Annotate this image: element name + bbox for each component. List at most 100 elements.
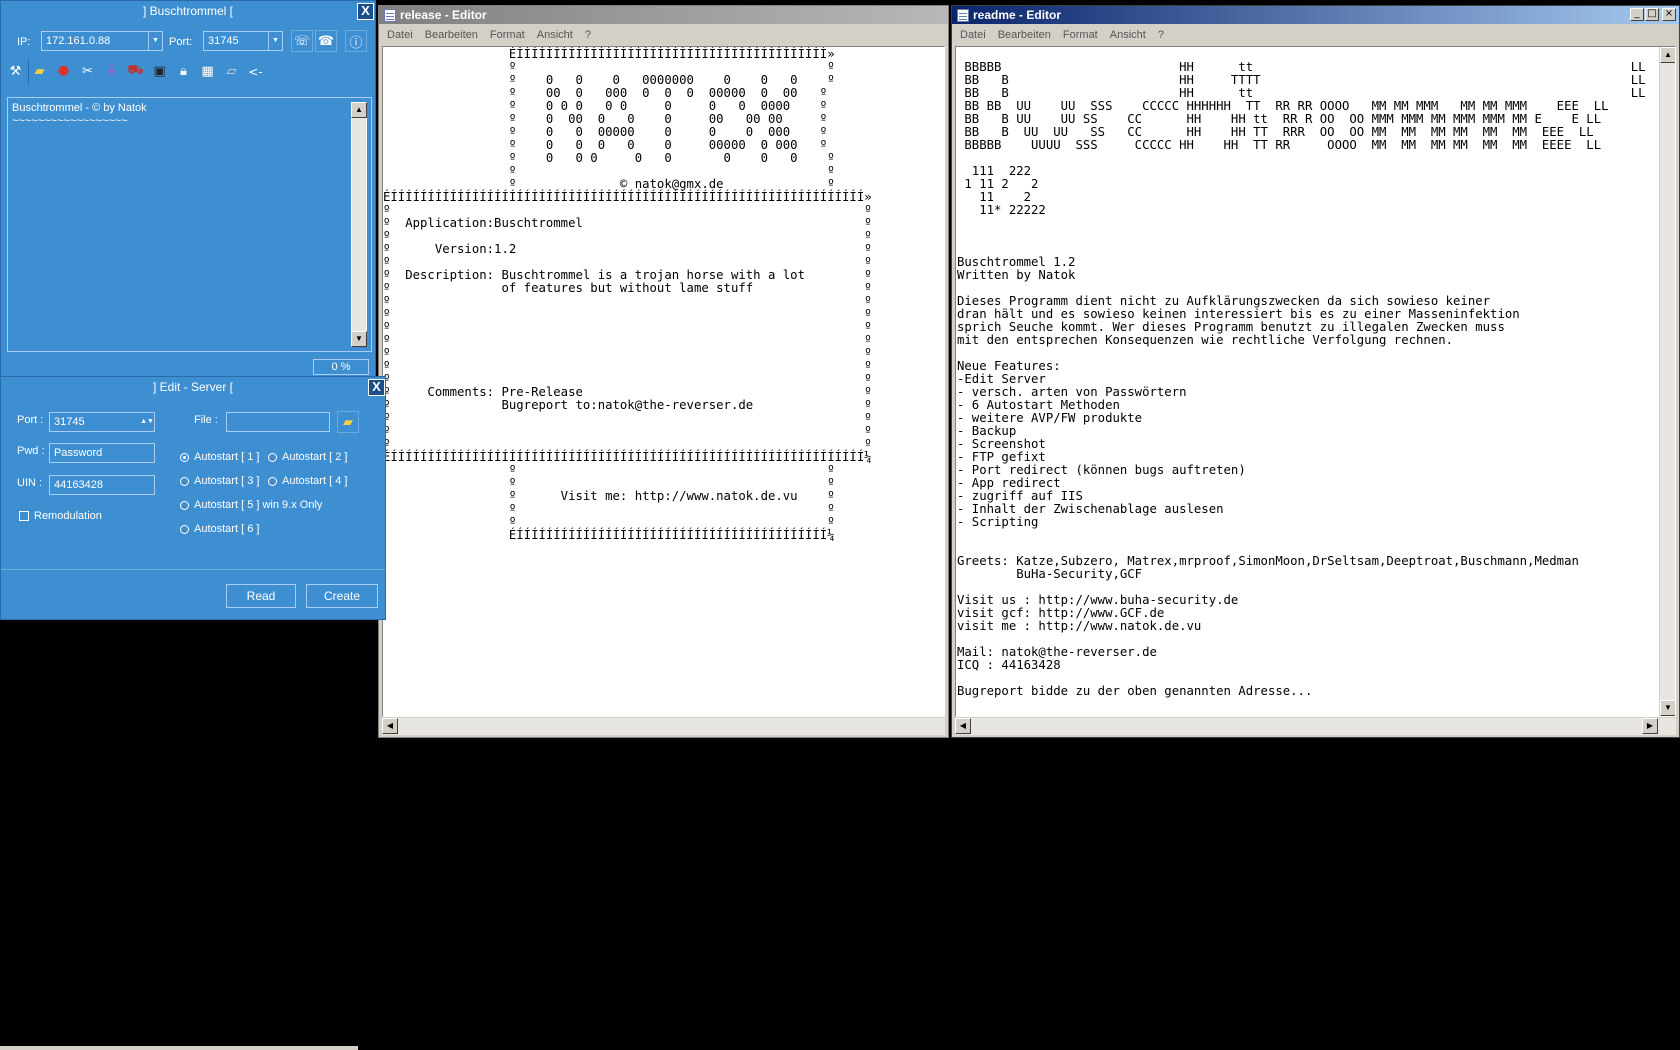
autostart-4-radio[interactable]: Autostart [ 4 ]: [268, 475, 347, 487]
menu-help[interactable]: ?: [579, 29, 597, 41]
status-bar: 0 %: [7, 359, 369, 377]
taskbar-edge: [0, 1046, 358, 1050]
folder-icon: ▰: [34, 64, 45, 79]
file-manager-tool-button[interactable]: ▰: [29, 61, 50, 82]
menu-bearbeiten[interactable]: Bearbeiten: [992, 29, 1057, 41]
log-panel[interactable]: Buschtrommel - © by Natok ~~~~~~~~~~~~~~…: [7, 97, 372, 352]
radio-icon[interactable]: [180, 476, 189, 486]
port-value: 31745: [208, 35, 239, 47]
menu-bearbeiten[interactable]: Bearbeiten: [419, 29, 484, 41]
horizontal-scrollbar[interactable]: ◀ ▶: [955, 718, 1676, 735]
progress-indicator: 0 %: [313, 359, 369, 375]
radio-icon[interactable]: [268, 452, 277, 462]
disconnect-icon: ☎: [317, 33, 335, 49]
close-button[interactable]: X: [357, 3, 374, 20]
autostart-1-radio[interactable]: Autostart [ 1 ]: [180, 451, 259, 463]
log-line: Buschtrommel - © by Natok: [12, 102, 147, 114]
folder-icon: ▰: [343, 414, 353, 430]
notepad-icon: [957, 8, 969, 22]
close-icon[interactable]: ×: [1662, 8, 1676, 21]
release-editor-window[interactable]: release - Editor Datei Bearbeiten Format…: [378, 5, 949, 738]
browse-file-button[interactable]: ▰: [337, 411, 359, 433]
menu-format[interactable]: Format: [1057, 29, 1104, 41]
edit-server-tool-button[interactable]: ⚒: [5, 61, 26, 82]
scroll-left-icon[interactable]: ◀: [955, 718, 971, 734]
autostart-2-radio[interactable]: Autostart [ 2 ]: [268, 451, 347, 463]
tools-icon: ✂: [82, 64, 93, 79]
tools-tool-button[interactable]: ✂: [77, 61, 98, 82]
scroll-up-icon[interactable]: ▲: [1660, 47, 1675, 63]
picture-icon: ▦: [201, 64, 214, 79]
remodulation-label: Remodulation: [34, 510, 102, 522]
read-button[interactable]: Read: [226, 584, 296, 608]
create-button[interactable]: Create: [306, 584, 378, 608]
radio-icon[interactable]: [268, 476, 277, 486]
menu-ansicht[interactable]: Ansicht: [531, 29, 579, 41]
connect-button[interactable]: ☏: [291, 30, 313, 52]
radio-selected-icon[interactable]: [180, 452, 189, 462]
readme-text-area[interactable]: BBBBB HH tt LL BB B HH TTTT LL BB B HH t…: [955, 46, 1676, 717]
autostart-5-radio[interactable]: Autostart [ 5 ] win 9.x Only: [180, 499, 322, 511]
disconnect-button[interactable]: ☎: [315, 30, 337, 52]
radio-icon[interactable]: [180, 524, 189, 534]
eraser-tool-button[interactable]: ▱: [221, 61, 242, 82]
log-scrollbar[interactable]: ▲ ▼: [351, 102, 367, 347]
ip-label: IP:: [17, 36, 31, 48]
scroll-up-icon[interactable]: ▲: [351, 102, 367, 118]
image-tool-button[interactable]: ▦: [197, 61, 218, 82]
menu-datei[interactable]: Datei: [954, 29, 992, 41]
horizontal-scrollbar[interactable]: ◀: [382, 718, 945, 735]
log-line: ~~~~~~~~~~~~~~~~~~: [12, 115, 128, 127]
buschtrommel-client-window[interactable]: ] Buschtrommel [ X IP: 172.161.0.88 ▼ Po…: [0, 0, 376, 384]
chevron-down-icon[interactable]: ▼: [268, 32, 282, 50]
readme-editor-titlebar[interactable]: readme - Editor _ □ ×: [952, 6, 1679, 24]
remodulation-checkbox[interactable]: Remodulation: [19, 510, 102, 522]
uin-input[interactable]: 44163428: [49, 475, 155, 495]
scroll-left-icon[interactable]: ◀: [382, 718, 398, 734]
car-tool-button[interactable]: ⛟: [125, 61, 146, 82]
release-editor-titlebar[interactable]: release - Editor: [379, 6, 948, 24]
close-button[interactable]: X: [368, 379, 385, 396]
menu-help[interactable]: ?: [1152, 29, 1170, 41]
car-icon: ⛟: [127, 63, 144, 78]
menu-ansicht[interactable]: Ansicht: [1104, 29, 1152, 41]
edit-server-titlebar[interactable]: ] Edit - Server [: [1, 377, 385, 397]
minimize-icon[interactable]: _: [1630, 8, 1644, 21]
menu-datei[interactable]: Datei: [381, 29, 419, 41]
lock-icon: 🔒︎: [180, 64, 187, 79]
password-input[interactable]: Password: [49, 443, 155, 463]
scroll-down-icon[interactable]: ▼: [351, 331, 367, 347]
menu-format[interactable]: Format: [484, 29, 531, 41]
port-input[interactable]: 31745 ▲▼: [49, 412, 155, 432]
autostart-3-radio[interactable]: Autostart [ 3 ]: [180, 475, 259, 487]
scroll-down-icon[interactable]: ▼: [1660, 700, 1675, 716]
ip-input[interactable]: 172.161.0.88 ▼: [41, 31, 163, 51]
autostart-6-radio[interactable]: Autostart [ 6 ]: [180, 523, 259, 535]
maximize-icon[interactable]: □: [1645, 8, 1659, 21]
edit-server-window[interactable]: ] Edit - Server [ X Port : 31745 ▲▼ Pwd …: [0, 376, 386, 620]
shield-tool-button[interactable]: ⛨: [101, 61, 122, 82]
pwd-label: Pwd :: [17, 445, 45, 457]
chevron-down-icon[interactable]: ▼: [148, 32, 162, 50]
scroll-right-icon[interactable]: ▶: [1642, 718, 1658, 734]
radio-icon[interactable]: [180, 500, 189, 510]
lock-tool-button[interactable]: 🔒︎: [173, 61, 194, 82]
eraser-icon: ▱: [226, 64, 237, 79]
info-button[interactable]: ⓘ: [345, 30, 367, 52]
readme-editor-window[interactable]: readme - Editor _ □ × Datei Bearbeiten F…: [951, 5, 1680, 738]
screenshot-tool-button[interactable]: ▣: [149, 61, 170, 82]
client-titlebar[interactable]: ] Buschtrommel [: [1, 1, 375, 21]
autostart-label: Autostart [ 2 ]: [282, 451, 348, 463]
back-tool-button[interactable]: <-: [245, 61, 266, 82]
release-text-area[interactable]: ÉÍÍÍÍÍÍÍÍÍÍÍÍÍÍÍÍÍÍÍÍÍÍÍÍÍÍÍÍÍÍÍÍÍÍÍÍÍÍÍ…: [382, 46, 945, 717]
readme-text-content: BBBBB HH tt LL BB B HH TTTT LL BB B HH t…: [957, 60, 1646, 698]
uin-value: 44163428: [54, 479, 103, 491]
alert-tool-button[interactable]: ⬣: [53, 61, 74, 82]
vertical-scrollbar[interactable]: ▲ ▼: [1659, 47, 1675, 716]
stepper-icon[interactable]: ▲▼: [140, 413, 154, 431]
port-input[interactable]: 31745 ▼: [203, 31, 283, 51]
log-content: Buschtrommel - © by Natok ~~~~~~~~~~~~~~…: [12, 102, 347, 347]
wrench-icon: ⚒: [9, 64, 22, 79]
checkbox-box[interactable]: [19, 511, 29, 521]
file-input[interactable]: [226, 412, 330, 432]
